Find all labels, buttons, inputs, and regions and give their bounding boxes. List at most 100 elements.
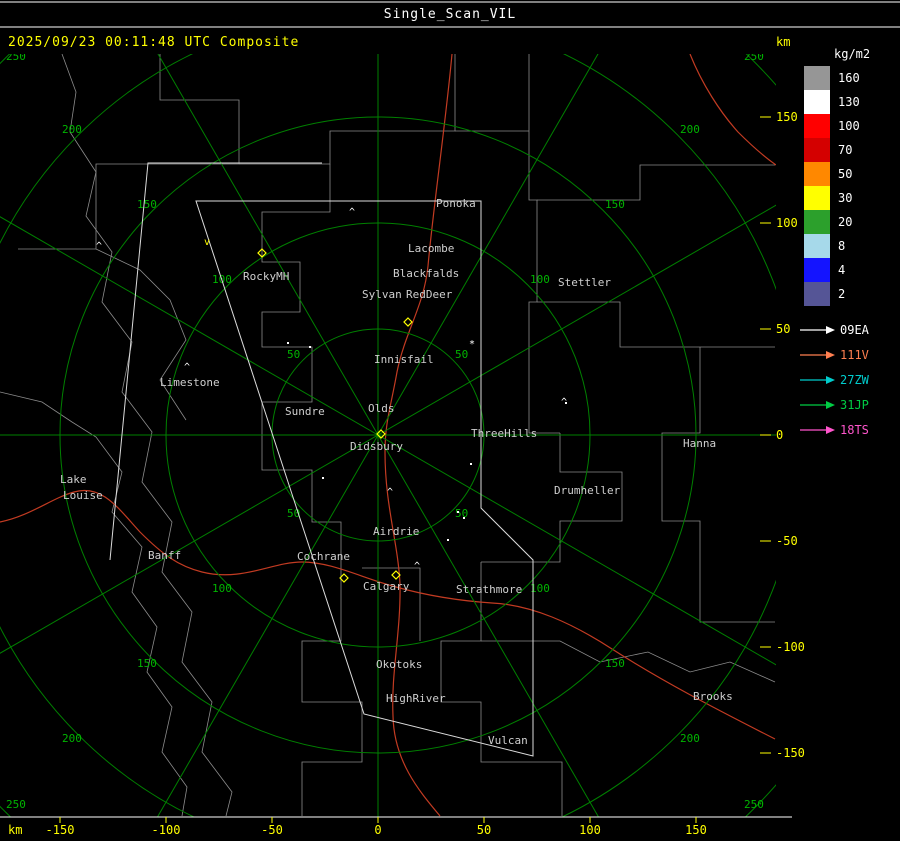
bottom-axis-tick-label: -100	[152, 823, 181, 837]
scale-swatch-100	[804, 114, 830, 138]
right-axis-unit-label: km	[776, 35, 790, 49]
city-label-blackfalds: Blackfalds	[393, 267, 459, 280]
range-ring-label: 200	[680, 123, 700, 136]
right-axis-tick-label: 100	[776, 216, 798, 230]
city-label-strathmore: Strathmore	[456, 583, 522, 596]
city-label-olds: Olds	[368, 402, 395, 415]
range-ring-label: 200	[62, 123, 82, 136]
point-dot-marker	[322, 477, 324, 479]
radar-app-window: Single_Scan_VIL 2025/09/23 00:11:48 UTC …	[0, 0, 900, 841]
radar-id-label-18ts: 18TS	[840, 423, 869, 437]
radar-id-label-09ea: 09EA	[840, 323, 870, 337]
bottom-axis-tick-label: -50	[261, 823, 283, 837]
city-label-drumheller: Drumheller	[554, 484, 621, 497]
scale-swatch-4	[804, 258, 830, 282]
scale-value-label: 130	[838, 95, 860, 109]
point-dot-marker	[463, 517, 465, 519]
range-ring-label: 250	[6, 798, 26, 811]
scale-swatch-20	[804, 210, 830, 234]
scale-value-label: 20	[838, 215, 852, 229]
range-ring-label: 150	[137, 198, 157, 211]
city-label-brooks: Brooks	[693, 690, 733, 703]
scale-swatch-30	[804, 186, 830, 210]
radar-id-label-31jp: 31JP	[840, 398, 869, 412]
city-label-sylvan: Sylvan	[362, 288, 402, 301]
v-marker: v	[204, 237, 210, 248]
scale-swatch-8	[804, 234, 830, 258]
scale-value-label: 160	[838, 71, 860, 85]
bottom-axis-tick-label: 100	[579, 823, 601, 837]
range-ring-label: 50	[455, 507, 468, 520]
right-axis-tick-label: 0	[776, 428, 783, 442]
radar-id-label-27zw: 27ZW	[840, 373, 870, 387]
city-label-cochrane: Cochrane	[297, 550, 350, 563]
scale-swatch-130	[804, 90, 830, 114]
legend-unit-label: kg/m2	[834, 47, 870, 61]
bottom-axis-unit-label: km	[8, 823, 22, 837]
city-label-hanna: Hanna	[683, 437, 716, 450]
city-label-ponoka: Ponoka	[436, 197, 476, 210]
range-ring-label: 250	[744, 798, 764, 811]
scale-swatch-2	[804, 282, 830, 306]
city-label-didsbury: Didsbury	[350, 440, 403, 453]
caret-marker: ^	[387, 487, 393, 498]
window-title: Single_Scan_VIL	[384, 7, 516, 22]
caret-marker: ^	[184, 362, 190, 373]
scale-swatch-50	[804, 162, 830, 186]
city-label-reddeer: RedDeer	[406, 288, 453, 301]
right-axis-tick-label: 50	[776, 322, 790, 336]
scale-swatch-70	[804, 138, 830, 162]
caret-marker: ^	[414, 561, 420, 572]
point-dot-marker	[457, 511, 459, 513]
range-ring-label: 50	[455, 348, 468, 361]
range-ring-label: 150	[605, 198, 625, 211]
city-label-highriver: HighRiver	[386, 692, 446, 705]
city-label-limestone: Limestone	[160, 376, 220, 389]
city-label-rockymh: RockyMH	[243, 270, 289, 283]
caret-marker: ^	[96, 241, 102, 252]
right-axis-tick-label: -150	[776, 746, 805, 760]
city-label-sundre: Sundre	[285, 405, 325, 418]
range-ring-label: 150	[605, 657, 625, 670]
city-label-stettler: Stettler	[558, 276, 611, 289]
range-ring-label: 100	[212, 582, 232, 595]
city-label-calgary: Calgary	[363, 580, 410, 593]
scale-value-label: 2	[838, 287, 845, 301]
city-label-threehills: ThreeHills	[471, 427, 537, 440]
point-dot-marker	[565, 402, 567, 404]
right-axis-tick-label: -50	[776, 534, 798, 548]
range-ring-label: 200	[680, 732, 700, 745]
bottom-axis-tick-label: 150	[685, 823, 707, 837]
city-label-louise: Louise	[63, 489, 103, 502]
city-label-lacombe: Lacombe	[408, 242, 454, 255]
point-dot-marker	[447, 539, 449, 541]
caret-marker: ^	[349, 207, 355, 218]
bottom-axis-tick-label: -150	[46, 823, 75, 837]
city-label-lake: Lake	[60, 473, 87, 486]
scale-value-label: 8	[838, 239, 845, 253]
city-label-okotoks: Okotoks	[376, 658, 422, 671]
range-ring-label: 50	[287, 348, 300, 361]
point-dot-marker	[470, 463, 472, 465]
radar-id-label-111v: 111V	[840, 348, 869, 362]
range-ring-label: 100	[530, 273, 550, 286]
city-label-banff: Banff	[148, 549, 181, 562]
city-label-vulcan: Vulcan	[488, 734, 528, 747]
timestamp-label: 2025/09/23 00:11:48 UTC Composite	[8, 35, 299, 50]
point-dot-marker	[287, 342, 289, 344]
scale-value-label: 30	[838, 191, 852, 205]
scale-value-label: 4	[838, 263, 845, 277]
bottom-axis-tick-label: 50	[477, 823, 491, 837]
range-ring-label: 200	[62, 732, 82, 745]
window-background	[0, 0, 900, 841]
city-label-innisfail: Innisfail	[374, 353, 434, 366]
point-dot-marker	[309, 346, 311, 348]
range-ring-label: 150	[137, 657, 157, 670]
scale-value-label: 100	[838, 119, 860, 133]
city-label-airdrie: Airdrie	[373, 525, 419, 538]
bottom-axis-tick-label: 0	[374, 823, 381, 837]
scale-swatch-160	[804, 66, 830, 90]
asterisk-marker: *	[469, 339, 475, 350]
right-axis-tick-label: -100	[776, 640, 805, 654]
scale-value-label: 70	[838, 143, 852, 157]
